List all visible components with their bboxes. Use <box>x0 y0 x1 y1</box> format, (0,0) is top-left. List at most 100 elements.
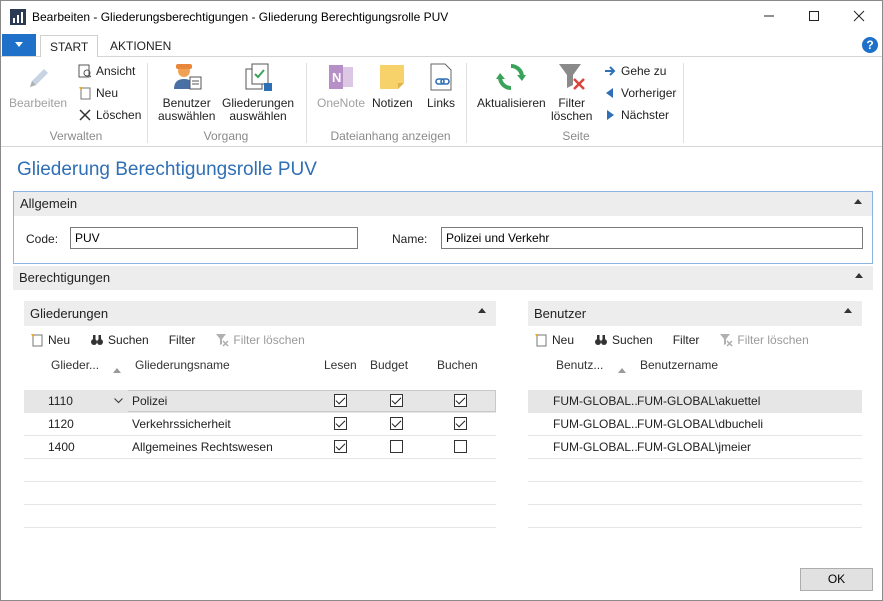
naechster-label: Nächster <box>621 108 670 122</box>
empty-row <box>528 482 862 505</box>
minimize-button[interactable] <box>746 1 792 31</box>
triangle-left-icon <box>602 85 618 101</box>
binoculars-icon <box>90 333 104 347</box>
close-button[interactable] <box>836 1 882 31</box>
berechtigungen-header[interactable]: Berechtigungen <box>13 266 873 290</box>
column-header-code[interactable]: Glieder... <box>51 358 99 372</box>
checkbox-lesen[interactable] <box>334 440 347 453</box>
collapse-icon[interactable] <box>844 308 852 313</box>
notizen-button[interactable]: Notizen <box>372 61 413 110</box>
table-row[interactable]: FUM-GLOBAL... FUM-GLOBAL\jmeier <box>528 436 862 459</box>
cell-name[interactable]: Allgemeines Rechtswesen <box>132 440 273 454</box>
table-row[interactable]: 1400 Allgemeines Rechtswesen <box>24 436 496 459</box>
berechtigungen-label: Berechtigungen <box>19 270 111 285</box>
table-row[interactable]: 1110 Polizei <box>24 390 496 413</box>
checkbox-lesen[interactable] <box>334 417 347 430</box>
gliederungen-label: Gliederungen <box>30 306 109 321</box>
benutzer-filter-loeschen-button[interactable]: Filter löschen <box>719 333 809 347</box>
ansicht-button[interactable]: Ansicht <box>77 62 135 80</box>
checkbox-buchen[interactable] <box>454 417 467 430</box>
aktualisieren-button[interactable]: Aktualisieren <box>477 61 546 110</box>
ok-button[interactable]: OK <box>800 568 873 591</box>
filter-loeschen-button[interactable]: Filter löschen <box>551 61 592 123</box>
link-icon <box>425 61 457 93</box>
benutzer-label: Benutzer <box>534 306 587 321</box>
cell-code[interactable]: 1110 <box>48 394 73 408</box>
naechster-button[interactable]: Nächster <box>602 106 669 124</box>
suchen-label: Suchen <box>108 333 149 347</box>
benutzer-header[interactable]: Benutzer <box>528 301 862 326</box>
gehe-zu-label: Gehe zu <box>621 64 667 78</box>
allgemein-header[interactable]: Allgemein <box>14 192 872 216</box>
gliederungen-auswaehlen-button[interactable]: Gliederungen auswählen <box>222 61 294 123</box>
checkbox-buchen[interactable] <box>454 440 467 453</box>
collapse-icon[interactable] <box>855 273 863 278</box>
checkbox-budget[interactable] <box>390 394 403 407</box>
user-select-icon <box>171 61 203 93</box>
benutzer-filter-button[interactable]: Filter <box>673 333 700 347</box>
checkbox-budget[interactable] <box>390 417 403 430</box>
column-header-lesen[interactable]: Lesen <box>324 358 357 372</box>
gliederungen-neu-button[interactable]: Neu <box>30 333 70 347</box>
neu-button[interactable]: Neu <box>77 84 118 102</box>
cell-name[interactable]: Verkehrssicherheit <box>132 417 231 431</box>
cell-id[interactable]: FUM-GLOBAL... <box>553 417 637 431</box>
file-menu-button[interactable] <box>2 34 36 56</box>
benutzer-suchen-button[interactable]: Suchen <box>594 333 653 347</box>
code-field[interactable] <box>70 227 358 249</box>
column-header-budget[interactable]: Budget <box>370 358 408 372</box>
structure-select-icon <box>242 61 274 93</box>
column-header-name[interactable]: Gliederungsname <box>135 358 230 372</box>
cell-username[interactable]: FUM-GLOBAL\dbucheli <box>637 417 763 431</box>
tab-aktionen[interactable]: AKTIONEN <box>101 35 180 57</box>
new-document-icon <box>30 333 44 347</box>
onenote-icon: N <box>325 61 357 93</box>
column-header-username[interactable]: Benutzername <box>640 358 718 372</box>
maximize-button[interactable] <box>791 1 837 31</box>
gliederungen-filter-button[interactable]: Filter <box>169 333 196 347</box>
collapse-icon[interactable] <box>478 308 486 313</box>
table-row[interactable]: FUM-GLOBAL... FUM-GLOBAL\akuettel <box>528 390 862 413</box>
onenote-button[interactable]: N OneNote <box>317 61 365 110</box>
benutzer-toolbar: Neu Suchen Filter Filter löschen <box>534 328 829 352</box>
benutzer-auswaehlen-button[interactable]: Benutzer auswählen <box>158 61 215 123</box>
table-row[interactable]: FUM-GLOBAL... FUM-GLOBAL\dbucheli <box>528 413 862 436</box>
cell-username[interactable]: FUM-GLOBAL\akuettel <box>637 394 760 408</box>
column-header-buchen[interactable]: Buchen <box>437 358 478 372</box>
checkbox-budget[interactable] <box>390 440 403 453</box>
gliederungen-suchen-button[interactable]: Suchen <box>90 333 149 347</box>
gehe-zu-button[interactable]: Gehe zu <box>602 62 666 80</box>
checkbox-lesen[interactable] <box>334 394 347 407</box>
benutzer-neu-button[interactable]: Neu <box>534 333 574 347</box>
benutzer-label-2: auswählen <box>158 109 216 123</box>
bearbeiten-button[interactable]: Bearbeiten <box>9 61 67 110</box>
cell-code[interactable]: 1400 <box>48 440 75 454</box>
cell-username[interactable]: FUM-GLOBAL\jmeier <box>637 440 751 454</box>
neu-label: Neu <box>96 86 119 100</box>
loeschen-button[interactable]: Löschen <box>77 106 141 124</box>
cell-code[interactable]: 1120 <box>48 417 74 431</box>
allgemein-label: Allgemein <box>20 196 78 211</box>
gliederungen-header[interactable]: Gliederungen <box>24 301 496 326</box>
chevron-down-icon[interactable] <box>114 398 123 404</box>
cell-name[interactable]: Polizei <box>132 394 167 408</box>
cell-id[interactable]: FUM-GLOBAL... <box>553 394 637 408</box>
bearbeiten-label: Bearbeiten <box>9 96 68 110</box>
aktualisieren-label: Aktualisieren <box>477 96 546 110</box>
collapse-icon[interactable] <box>854 199 862 204</box>
table-row[interactable]: 1120 Verkehrssicherheit <box>24 413 496 436</box>
tab-start[interactable]: START <box>40 35 99 58</box>
name-field[interactable] <box>441 227 863 249</box>
new-document-icon <box>77 85 93 101</box>
links-button[interactable]: Links <box>425 61 457 110</box>
neu-label: Neu <box>48 333 71 347</box>
cell-id[interactable]: FUM-GLOBAL... <box>553 440 637 454</box>
vorheriger-button[interactable]: Vorheriger <box>602 84 676 102</box>
empty-row <box>24 482 496 505</box>
checkbox-buchen[interactable] <box>454 394 467 407</box>
pencil-icon <box>22 61 54 93</box>
gliederungen-filter-loeschen-button[interactable]: Filter löschen <box>215 333 305 347</box>
column-header-id[interactable]: Benutz... <box>556 358 603 372</box>
dropdown-arrow-icon <box>15 42 23 47</box>
help-icon[interactable]: ? <box>862 37 878 53</box>
